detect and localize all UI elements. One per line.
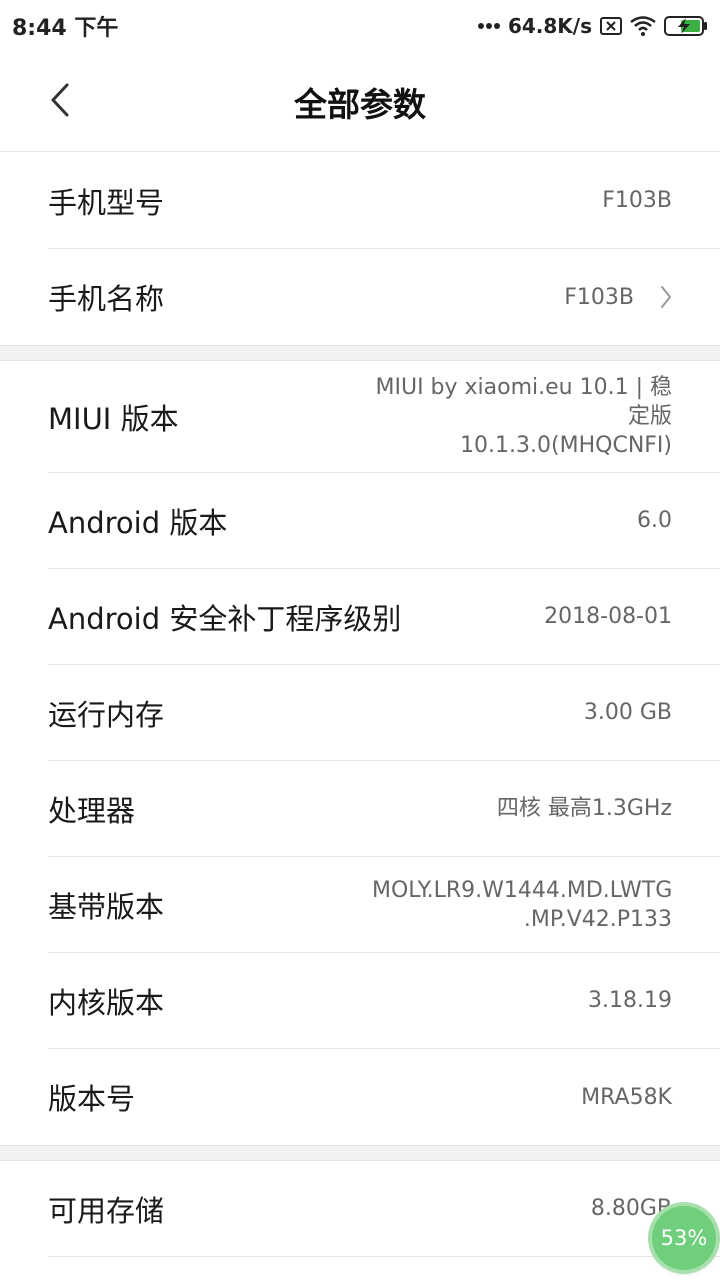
wifi-icon (630, 16, 656, 36)
row-android-version: Android 版本 6.0 (48, 473, 720, 569)
row-miui-version: MIUI 版本 MIUI by xiaomi.eu 10.1 | 稳 定版 10… (48, 361, 720, 473)
network-speed: 64.8K/s (507, 14, 592, 38)
status-bar: 8:44 下午 64.8K/s (0, 0, 720, 52)
row-label: 内核版本 (48, 985, 165, 1020)
section-divider (0, 345, 720, 361)
title-bar: 全部参数 (0, 52, 720, 152)
section-device: 手机型号 F103B 手机名称 F103B (0, 153, 720, 345)
row-ram: 运行内存 3.00 GB (48, 665, 720, 761)
row-label: 运行内存 (48, 697, 165, 732)
row-value: 6.0 (637, 508, 672, 533)
status-time: 8:44 下午 (12, 16, 119, 41)
row-value: MIUI by xiaomi.eu 10.1 | 稳 定版 10.1.3.0(M… (375, 375, 673, 458)
row-available-storage: 可用存储 8.80GB (48, 1161, 720, 1257)
memory-boost-badge[interactable]: 53% (652, 1206, 716, 1270)
section-storage: 可用存储 8.80GB (0, 1161, 720, 1280)
row-value: 3.18.19 (588, 988, 672, 1013)
row-label: 手机名称 (48, 282, 165, 316)
row-label: 手机型号 (48, 185, 165, 220)
row-baseband: 基带版本 MOLY.LR9.W1444.MD.LWTG .MP.V42.P133 (48, 857, 720, 953)
row-build-number[interactable]: 版本号 MRA58K (48, 1049, 720, 1145)
row-device-name[interactable]: 手机名称 F103B (48, 249, 720, 345)
row-label: Android 安全补丁程序级别 (48, 601, 402, 636)
row-label: 可用存储 (48, 1193, 165, 1228)
back-button[interactable] (36, 78, 84, 126)
sim-off-icon (600, 17, 622, 35)
row-value: 四核 最高1.3GHz (496, 796, 672, 821)
row-model: 手机型号 F103B (48, 153, 720, 249)
row-label: 基带版本 (48, 889, 165, 924)
row-label: MIUI 版本 (48, 401, 179, 436)
chevron-right-icon (660, 285, 672, 309)
more-dots-icon (477, 22, 500, 30)
row-value: F103B (564, 284, 634, 310)
battery-charging-icon (664, 15, 708, 37)
row-value: F103B (602, 188, 672, 213)
status-icons: 64.8K/s (477, 14, 708, 38)
row-value: MOLY.LR9.W1444.MD.LWTG .MP.V42.P133 (372, 877, 673, 932)
row-value: 2018-08-01 (544, 604, 672, 629)
chevron-left-icon (50, 83, 70, 121)
section-system: MIUI 版本 MIUI by xiaomi.eu 10.1 | 稳 定版 10… (0, 361, 720, 1145)
row-processor: 处理器 四核 最高1.3GHz (48, 761, 720, 857)
row-label: 处理器 (48, 793, 136, 828)
section-divider (0, 1145, 720, 1161)
row-value: 3.00 GB (583, 700, 672, 725)
row-value: MRA58K (581, 1084, 672, 1110)
row-security-patch: Android 安全补丁程序级别 2018-08-01 (48, 569, 720, 665)
row-label: Android 版本 (48, 505, 228, 540)
row-kernel: 内核版本 3.18.19 (48, 953, 720, 1049)
page-title: 全部参数 (294, 85, 426, 124)
row-label: 版本号 (48, 1082, 136, 1116)
